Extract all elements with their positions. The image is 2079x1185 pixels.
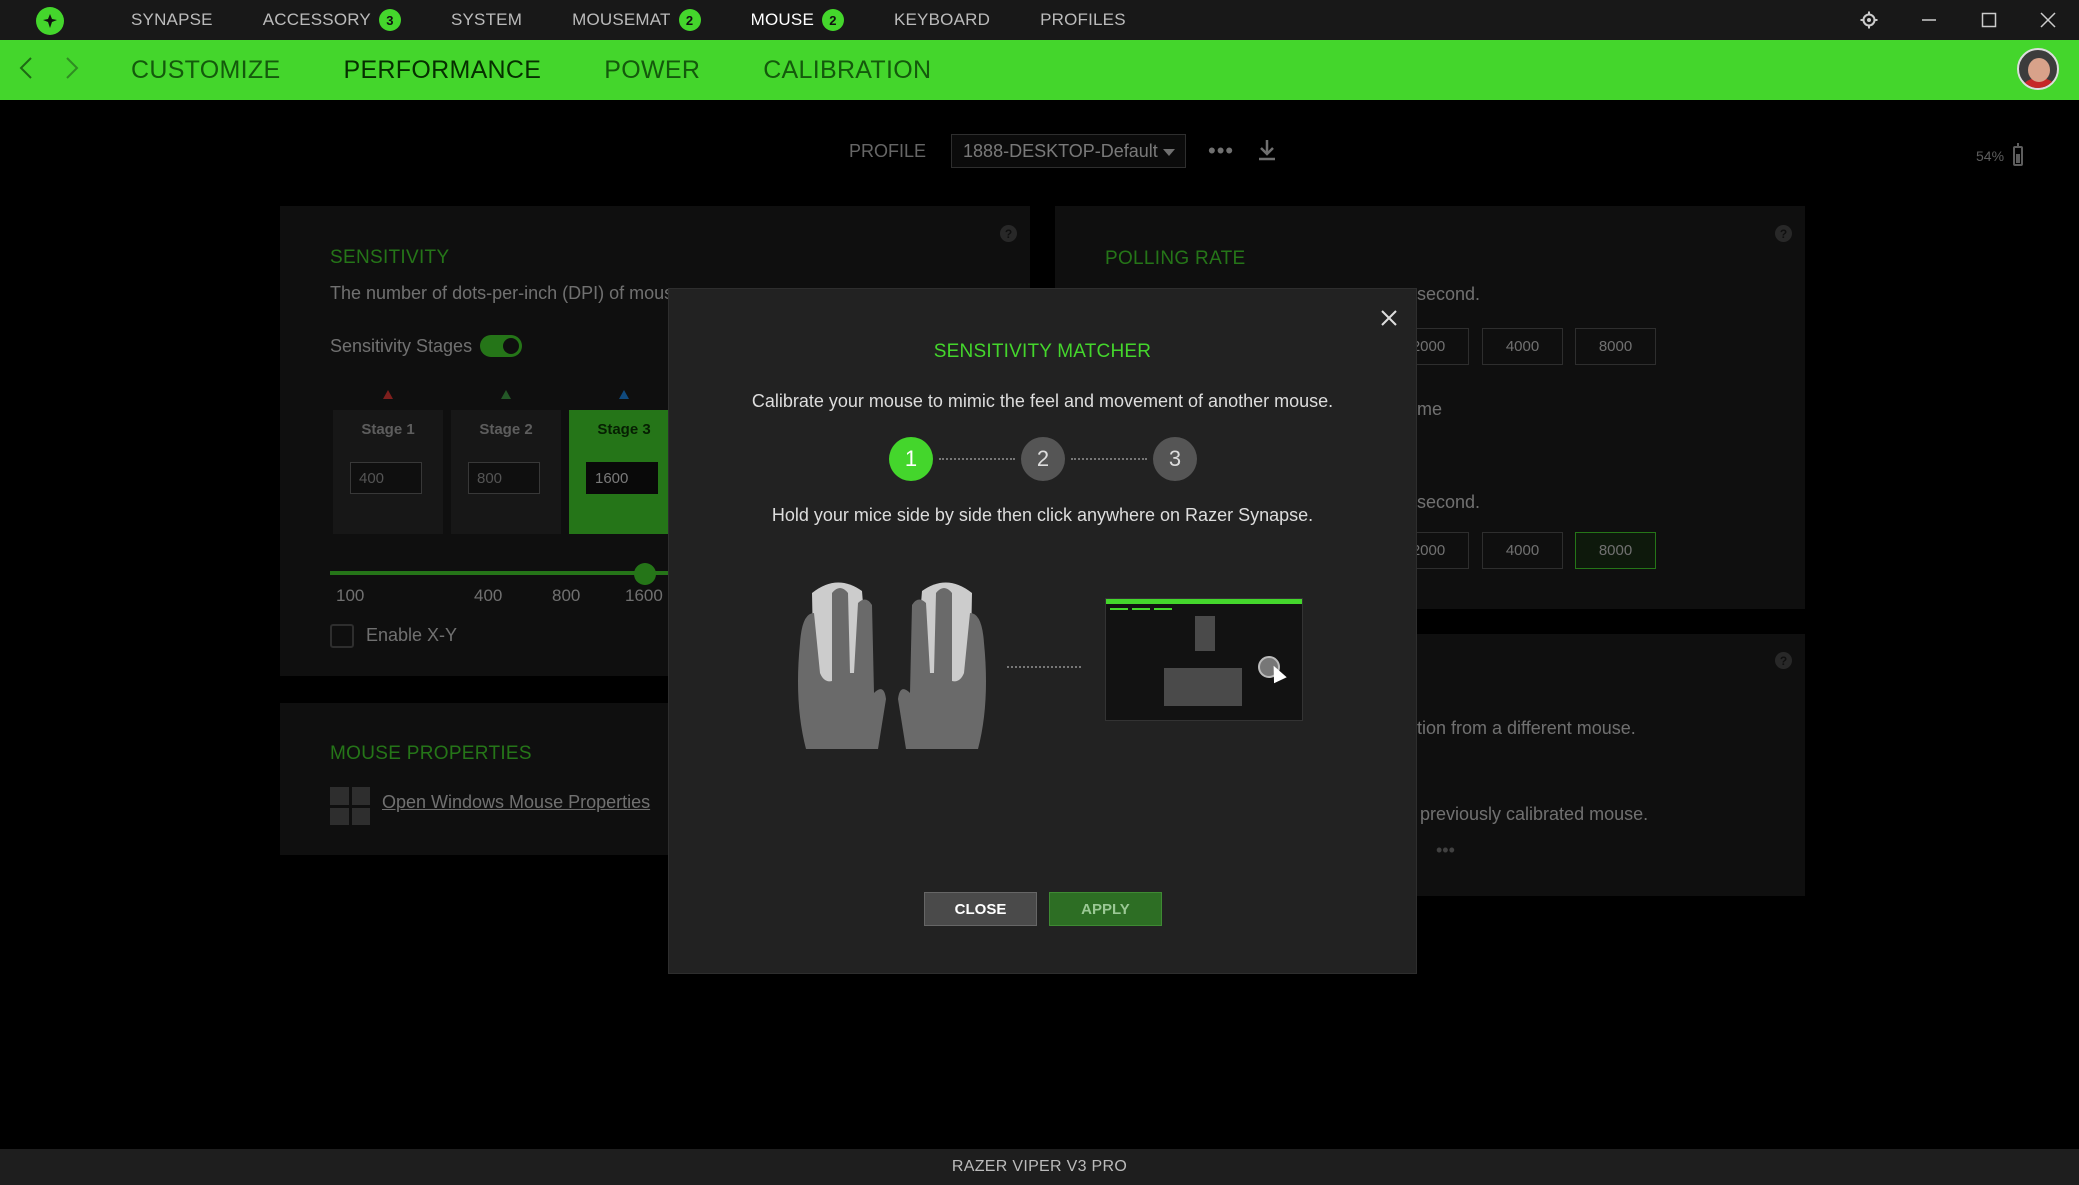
dialog-close-icon[interactable]	[1380, 301, 1398, 335]
tab-performance[interactable]: PERFORMANCE	[343, 56, 541, 85]
mousemat-count-badge: 2	[678, 9, 701, 31]
nav-profiles[interactable]: PROFILES	[1040, 10, 1126, 30]
step-2-indicator: 2	[1021, 437, 1065, 481]
sensitivity-matcher-dialog: SENSITIVITY MATCHER Calibrate your mouse…	[668, 288, 1417, 974]
device-status-bar: RAZER VIPER V3 PRO	[0, 1149, 2079, 1185]
step-3-indicator: 3	[1153, 437, 1197, 481]
dialog-subtitle: Calibrate your mouse to mimic the feel a…	[751, 391, 1334, 411]
sub-navigation: CUSTOMIZE PERFORMANCE POWER CALIBRATION	[0, 40, 2079, 100]
close-button[interactable]: CLOSE	[924, 892, 1037, 926]
apply-button[interactable]: APPLY	[1049, 892, 1162, 926]
title-bar: SYNAPSE ACCESSORY 3 SYSTEM MOUSEMAT 2 MOUS…	[0, 0, 2079, 40]
hands-on-mice-icon	[798, 582, 986, 749]
mouse-count-badge: 2	[821, 9, 844, 31]
top-navigation: SYNAPSE ACCESSORY 3 SYSTEM MOUSEMAT 2 MOUS…	[131, 0, 1176, 40]
step-1-indicator: 1	[889, 437, 933, 481]
settings-gear-icon[interactable]	[1849, 0, 1889, 40]
back-arrow-icon[interactable]	[18, 55, 34, 88]
synapse-window-illustration	[1105, 598, 1303, 721]
accessory-count-badge: 3	[378, 9, 401, 31]
forward-arrow-icon[interactable]	[64, 55, 80, 88]
maximize-icon[interactable]	[1969, 0, 2009, 40]
nav-system[interactable]: SYSTEM	[451, 10, 522, 30]
nav-mousemat[interactable]: MOUSEMAT 2	[572, 9, 701, 31]
illustration-connector	[1007, 666, 1081, 668]
nav-synapse[interactable]: SYNAPSE	[131, 10, 213, 30]
dialog-instruction: Hold your mice side by side then click a…	[771, 505, 1314, 525]
dialog-title: SENSITIVITY MATCHER	[933, 341, 1152, 362]
tab-calibration[interactable]: CALIBRATION	[763, 56, 931, 85]
step-connector	[1071, 458, 1147, 460]
nav-accessory[interactable]: ACCESSORY 3	[263, 9, 401, 31]
razer-logo-icon[interactable]	[36, 7, 64, 35]
nav-keyboard[interactable]: KEYBOARD	[894, 10, 990, 30]
user-avatar[interactable]	[2017, 48, 2059, 90]
step-connector	[939, 458, 1015, 460]
window-close-icon[interactable]	[2028, 0, 2068, 40]
nav-mouse[interactable]: MOUSE 2	[751, 9, 844, 31]
tab-customize[interactable]: CUSTOMIZE	[131, 56, 280, 85]
minimize-icon[interactable]	[1909, 0, 1949, 40]
tab-power[interactable]: POWER	[604, 56, 700, 85]
device-name: RAZER VIPER V3 PRO	[951, 1158, 1128, 1175]
